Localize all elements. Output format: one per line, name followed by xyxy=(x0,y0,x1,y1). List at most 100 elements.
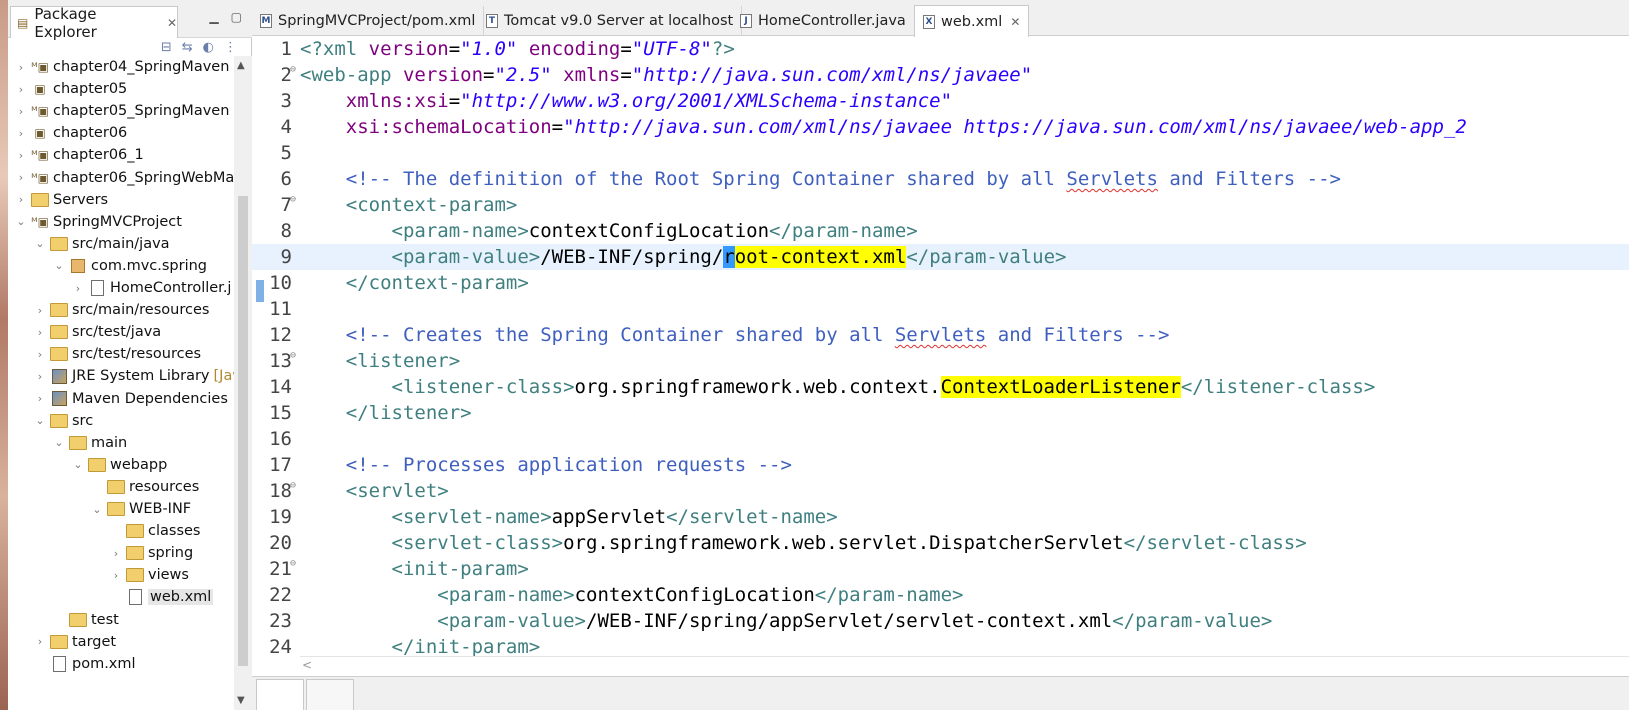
tree-item[interactable]: › Maven Dependencies xyxy=(33,388,228,410)
fold-toggle-icon[interactable]: ⊖ xyxy=(290,64,296,75)
tree-item[interactable]: › src/test/java xyxy=(33,321,161,343)
code-line[interactable]: 8 <param-name>contextConfigLocation</par… xyxy=(252,218,1629,244)
collapse-arrow-icon[interactable]: › xyxy=(33,370,47,383)
bottom-tab[interactable] xyxy=(306,679,354,710)
horizontal-scrollbar[interactable]: < xyxy=(300,656,1629,674)
tree-item[interactable]: › src/main/resources xyxy=(33,299,210,321)
expand-arrow-icon[interactable]: ⌄ xyxy=(52,436,66,449)
code-line[interactable]: 17 <!-- Processes application requests -… xyxy=(252,452,1629,478)
collapse-arrow-icon[interactable]: › xyxy=(33,348,47,361)
code-line[interactable]: 13 ⊖ <listener> xyxy=(252,348,1629,374)
tree-item[interactable]: ⌄ webapp xyxy=(71,454,167,476)
bottom-tab[interactable] xyxy=(256,679,304,710)
close-icon[interactable]: ✕ xyxy=(1010,15,1020,29)
tree-item[interactable]: ⌄ com.mvc.spring xyxy=(52,255,207,277)
code-line[interactable]: 3 xmlns:xsi="http://www.w3.org/2001/XMLS… xyxy=(252,88,1629,114)
collapse-all-icon[interactable]: ⊟ xyxy=(161,40,172,55)
tree-item[interactable]: › src/test/resources xyxy=(33,343,201,365)
collapse-arrow-icon[interactable]: › xyxy=(71,282,85,295)
collapse-arrow-icon[interactable]: › xyxy=(14,127,28,140)
code-line[interactable]: 7 ⊖ <context-param> xyxy=(252,192,1629,218)
expand-arrow-icon[interactable]: ⌄ xyxy=(90,503,104,516)
maximize-icon[interactable]: ▢ xyxy=(231,10,242,24)
minimize-icon[interactable]: ▁ xyxy=(209,10,218,24)
collapse-arrow-icon[interactable]: › xyxy=(33,304,47,317)
collapse-arrow-icon[interactable]: › xyxy=(109,569,123,582)
tree-item[interactable]: classes xyxy=(109,520,200,542)
code-line[interactable]: 21 ⊖ <init-param> xyxy=(252,556,1629,582)
code-line[interactable]: 1 <?xml version="1.0" encoding="UTF-8"?> xyxy=(252,36,1629,62)
code-line[interactable]: 16 xyxy=(252,426,1629,452)
code-editor[interactable]: 1 <?xml version="1.0" encoding="UTF-8"?> 2… xyxy=(252,36,1629,656)
scroll-up-icon[interactable]: ▲ xyxy=(237,60,245,71)
code-line[interactable]: 10 </context-param> xyxy=(252,270,1629,296)
code-line[interactable]: 4 xsi:schemaLocation="http://java.sun.co… xyxy=(252,114,1629,140)
code-line[interactable]: 12 <!-- Creates the Spring Container sha… xyxy=(252,322,1629,348)
collapse-arrow-icon[interactable]: › xyxy=(14,149,28,162)
tree-item[interactable]: ⌄ src xyxy=(33,410,93,432)
tree-item[interactable]: › ᴹ▣ chapter06_SpringWebMav xyxy=(14,167,234,189)
code-line[interactable]: 18 ⊖ <servlet> xyxy=(252,478,1629,504)
tree-item[interactable]: › Servers xyxy=(14,189,108,211)
expand-arrow-icon[interactable]: ⌄ xyxy=(71,458,85,471)
focus-icon[interactable]: ◐ xyxy=(203,40,214,55)
tree-item[interactable]: ⌄ WEB-INF xyxy=(90,498,191,520)
tree-item[interactable]: test xyxy=(52,609,119,631)
scroll-left-icon[interactable]: < xyxy=(302,658,312,672)
code-line[interactable]: 5 xyxy=(252,140,1629,166)
tree-item[interactable]: ⌄ main xyxy=(52,432,127,454)
collapse-arrow-icon[interactable]: › xyxy=(14,105,28,118)
code-line[interactable]: 22 <param-name>contextConfigLocation</pa… xyxy=(252,582,1629,608)
tree-item[interactable]: resources xyxy=(90,476,199,498)
tree-item[interactable]: pom.xml xyxy=(33,653,136,675)
fold-toggle-icon[interactable]: ⊖ xyxy=(290,480,296,491)
scroll-down-icon[interactable]: ▼ xyxy=(237,695,245,706)
tree-item[interactable]: › spring xyxy=(109,542,193,564)
tree-item[interactable]: › ᴹ▣ chapter04_SpringMaven xyxy=(14,56,230,78)
editor-tab[interactable]: T Tomcat v9.0 Server at localhost xyxy=(478,6,743,36)
tree-item[interactable]: › views xyxy=(109,564,189,586)
code-line[interactable]: 11 xyxy=(252,296,1629,322)
tree-item[interactable]: ⌄ src/main/java xyxy=(33,233,169,255)
collapse-arrow-icon[interactable]: › xyxy=(14,171,28,184)
link-with-editor-icon[interactable]: ⇆ xyxy=(182,40,193,55)
close-icon[interactable]: ✕ xyxy=(167,16,177,30)
code-line[interactable]: 23 <param-value>/WEB-INF/spring/appServl… xyxy=(252,608,1629,634)
tree-item[interactable]: web.xml xyxy=(109,586,214,608)
collapse-arrow-icon[interactable]: › xyxy=(14,193,28,206)
collapse-arrow-icon[interactable]: › xyxy=(14,61,28,74)
tab-package-explorer[interactable]: ▤ Package Explorer ✕ xyxy=(10,5,178,41)
tree-item[interactable]: › JRE System Library[Java xyxy=(33,365,234,387)
code-line[interactable]: 24 </init-param> xyxy=(252,634,1629,656)
code-line[interactable]: 6 <!-- The definition of the Root Spring… xyxy=(252,166,1629,192)
view-menu-icon[interactable]: ⋮ xyxy=(224,40,237,55)
tree-item[interactable]: › ᴹ▣ chapter05_SpringMaven xyxy=(14,100,230,122)
code-line[interactable]: 2 ⊖ <web-app version="2.5" xmlns="http://j… xyxy=(252,62,1629,88)
code-line[interactable]: 14 <listener-class>org.springframework.w… xyxy=(252,374,1629,400)
code-line[interactable]: 19 <servlet-name>appServlet</servlet-nam… xyxy=(252,504,1629,530)
tree-item[interactable]: › ▣ chapter06 xyxy=(14,122,127,144)
code-line[interactable]: 9 <param-value>/WEB-INF/spring/root-cont… xyxy=(252,244,1629,270)
collapse-arrow-icon[interactable]: › xyxy=(14,83,28,96)
code-line[interactable]: 20 <servlet-class>org.springframework.we… xyxy=(252,530,1629,556)
tree-item[interactable]: › target xyxy=(33,631,116,653)
code-line[interactable]: 15 </listener> xyxy=(252,400,1629,426)
tree-scrollbar[interactable]: ▲ ▼ xyxy=(234,56,252,710)
collapse-arrow-icon[interactable]: › xyxy=(109,547,123,560)
tree-item[interactable]: ⌄ ᴹ▣ SpringMVCProject xyxy=(14,211,182,233)
editor-tab[interactable]: Xweb.xml ✕ xyxy=(914,5,1030,37)
scrollbar-thumb[interactable] xyxy=(238,196,248,666)
fold-toggle-icon[interactable]: ⊖ xyxy=(290,558,296,569)
expand-arrow-icon[interactable]: ⌄ xyxy=(52,259,66,272)
expand-arrow-icon[interactable]: ⌄ xyxy=(33,237,47,250)
tree-item[interactable]: › ▣ chapter05 xyxy=(14,78,127,100)
expand-arrow-icon[interactable]: ⌄ xyxy=(14,215,28,228)
editor-tab[interactable]: M SpringMVCProject/pom.xml xyxy=(252,6,485,36)
tree-item[interactable]: › ᴹ▣ chapter06_1 xyxy=(14,144,144,166)
tree-item[interactable]: › HomeController.j xyxy=(71,277,232,299)
collapse-arrow-icon[interactable]: › xyxy=(33,635,47,648)
editor-tab[interactable]: J HomeController.java xyxy=(732,6,915,36)
fold-toggle-icon[interactable]: ⊖ xyxy=(290,194,296,205)
collapse-arrow-icon[interactable]: › xyxy=(33,392,47,405)
fold-toggle-icon[interactable]: ⊖ xyxy=(290,350,296,361)
